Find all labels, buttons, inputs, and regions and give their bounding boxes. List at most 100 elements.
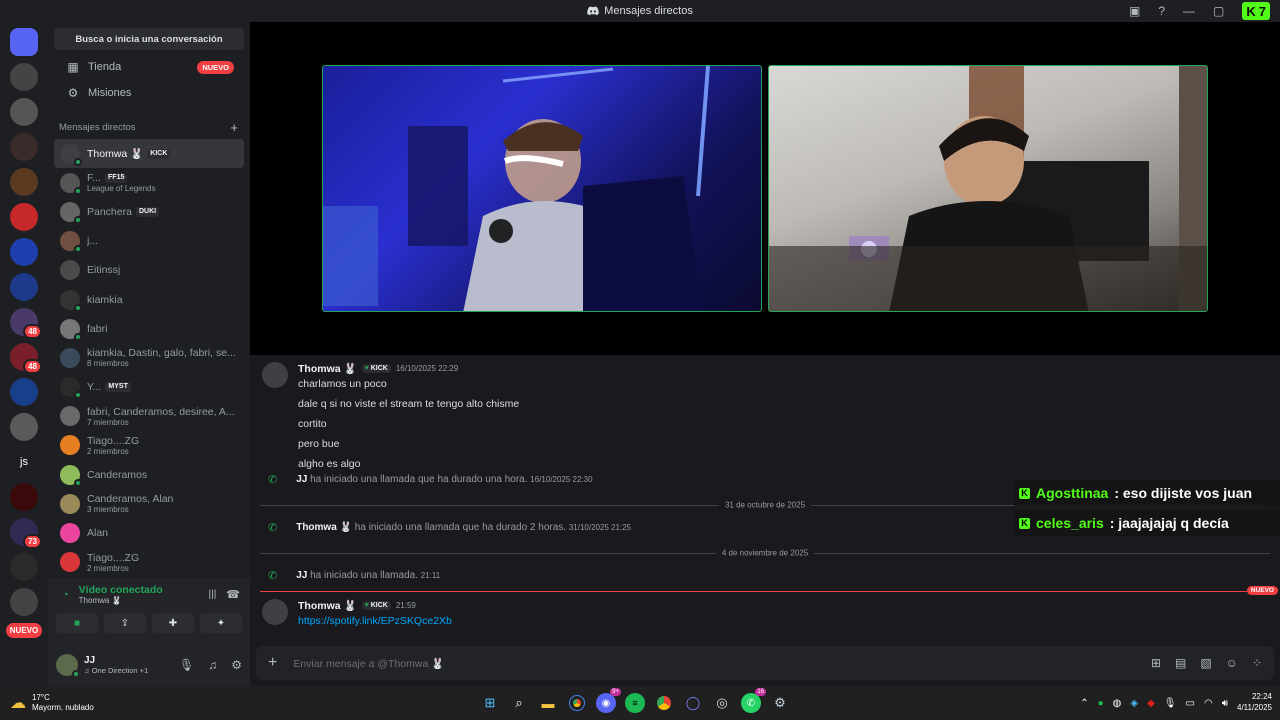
dm-name-row: Y... MYST bbox=[87, 381, 131, 393]
server-icon[interactable]: 48 bbox=[10, 307, 42, 339]
server-icon[interactable] bbox=[10, 237, 38, 266]
nav-item-quests[interactable]: ⚙ Misiones bbox=[54, 80, 244, 106]
dm-name-row: Tiago....ZG bbox=[87, 552, 139, 564]
gif-icon[interactable]: ▤ bbox=[1175, 656, 1186, 670]
network-tray-icon[interactable]: ◈ bbox=[1130, 698, 1138, 709]
server-icon[interactable] bbox=[10, 482, 38, 511]
wifi-icon[interactable]: ◠ bbox=[1204, 698, 1213, 709]
server-icon[interactable]: 48 bbox=[10, 342, 42, 374]
message-author[interactable]: Thomwa 🐰 bbox=[298, 599, 357, 612]
voice-status[interactable]: Vídeo conectado bbox=[79, 584, 163, 596]
server-icon[interactable] bbox=[10, 552, 38, 581]
microphone-icon[interactable]: 🎙︎ bbox=[179, 658, 194, 672]
file-explorer-icon[interactable]: ▬ bbox=[538, 693, 558, 713]
message-input[interactable]: Enviar mensaje a @Thomwa 🐰 bbox=[293, 657, 444, 670]
dm-item[interactable]: Y... MYST bbox=[54, 373, 244, 402]
server-icon[interactable]: 73 bbox=[10, 517, 42, 549]
clock[interactable]: 22:24 4/11/2025 bbox=[1237, 692, 1272, 714]
video-tile-left[interactable] bbox=[322, 65, 762, 312]
app-tray-icon[interactable]: ◆ bbox=[1147, 698, 1155, 709]
server-icon[interactable] bbox=[10, 272, 38, 301]
dm-item[interactable]: Canderamos bbox=[54, 460, 244, 489]
headphones-icon[interactable]: ♫ bbox=[208, 658, 217, 672]
search-icon[interactable]: ⌕ bbox=[509, 693, 529, 713]
server-icon[interactable] bbox=[10, 202, 38, 231]
new-badge[interactable]: NUEVO bbox=[5, 623, 43, 638]
avatar[interactable] bbox=[262, 362, 288, 388]
dm-item[interactable]: Eitinssj bbox=[54, 256, 244, 285]
microphone-tray-icon[interactable]: 🎙︎ bbox=[1164, 698, 1177, 709]
camera-button[interactable]: ■ bbox=[56, 613, 98, 633]
dm-item[interactable]: Thomwa 🐰 KICK bbox=[54, 139, 244, 169]
server-icon[interactable] bbox=[10, 97, 38, 126]
inbox-icon[interactable]: ▣ bbox=[1129, 4, 1140, 18]
spotify-tray-icon[interactable]: ● bbox=[1098, 698, 1104, 709]
server-icon[interactable] bbox=[10, 377, 38, 406]
soundboard-button[interactable]: ✦ bbox=[200, 613, 242, 633]
voice-channel: Thomwa 🐰 bbox=[78, 596, 122, 605]
apps-icon[interactable]: ⁘ bbox=[1252, 656, 1262, 670]
maximize-button[interactable]: ▢ bbox=[1213, 4, 1224, 18]
call-author[interactable]: Thomwa 🐰 bbox=[296, 522, 352, 533]
call-author[interactable]: JJ bbox=[296, 474, 307, 485]
spotify-icon[interactable]: ≡ bbox=[625, 693, 645, 713]
create-dm-icon[interactable]: + bbox=[230, 120, 238, 135]
avatar[interactable] bbox=[56, 654, 80, 678]
help-icon[interactable]: ? bbox=[1158, 4, 1165, 18]
server-icon[interactable] bbox=[10, 412, 38, 441]
taskbar-apps: ⊞ ⌕ ▬ ◉ 9+ ≡ ◯ ◎ ✆ 16 ⚙ bbox=[480, 686, 790, 720]
chevron-up-icon[interactable]: ⌃ bbox=[1080, 698, 1088, 709]
gift-icon[interactable]: ⊞ bbox=[1151, 656, 1161, 670]
discord-icon[interactable]: ◉ 9+ bbox=[596, 688, 621, 713]
nav-item-shop[interactable]: ▦ Tienda NUEVO bbox=[54, 54, 244, 80]
cortana-icon[interactable]: ◯ bbox=[683, 693, 703, 713]
minimize-button[interactable]: — bbox=[1183, 4, 1195, 18]
home-button[interactable] bbox=[10, 27, 38, 56]
dm-item[interactable]: F... FF15 League of Legends bbox=[54, 168, 244, 197]
steam-icon[interactable]: ⚙ bbox=[770, 693, 790, 713]
noise-suppression-icon[interactable]: ||| bbox=[209, 589, 217, 600]
server-icon[interactable] bbox=[10, 167, 38, 196]
dm-item[interactable]: Tiago....ZG 2 miembros bbox=[54, 548, 244, 577]
settings-icon[interactable]: ⚙ bbox=[231, 658, 242, 672]
server-icon[interactable] bbox=[10, 132, 38, 161]
dm-item[interactable]: fabri, Canderamos, desiree, A... 7 miembr… bbox=[54, 402, 244, 431]
dm-item[interactable]: Canderamos, Alan 3 miembros bbox=[54, 489, 244, 518]
dm-header-label: Mensajes directos bbox=[59, 122, 136, 133]
dm-item[interactable]: kiamkia bbox=[54, 285, 244, 314]
volume-icon[interactable]: 🔊︎ bbox=[1222, 698, 1228, 709]
message-composer: + Enviar mensaje a @Thomwa 🐰 ⊞ ▤ ▧ ☺ ⁘ bbox=[256, 646, 1274, 680]
search-conversation-button[interactable]: Busca o inicia una conversación bbox=[54, 28, 244, 50]
chrome-profile-icon[interactable] bbox=[654, 693, 674, 713]
dm-item[interactable]: Tiago....ZG 2 miembros bbox=[54, 431, 244, 460]
call-author[interactable]: JJ bbox=[296, 570, 307, 581]
server-icon[interactable] bbox=[10, 587, 38, 616]
add-attachment-icon[interactable]: + bbox=[268, 654, 277, 672]
message-link[interactable]: https://spotify.link/EPzSKQce2Xb bbox=[298, 615, 452, 627]
dm-item[interactable]: j... bbox=[54, 227, 244, 256]
new-messages-divider: NUEVO bbox=[260, 586, 1278, 595]
dm-name-row: Alan bbox=[87, 527, 108, 539]
weather-widget[interactable]: ☁ 17°C Mayorm. nublado bbox=[0, 693, 94, 714]
dm-item[interactable]: Alan bbox=[54, 518, 244, 547]
display-icon[interactable]: ▭ bbox=[1186, 698, 1195, 709]
video-tile-right[interactable] bbox=[768, 65, 1208, 312]
chrome-icon[interactable] bbox=[567, 693, 587, 713]
sticker-icon[interactable]: ▧ bbox=[1200, 656, 1211, 670]
avatar[interactable] bbox=[262, 599, 288, 625]
server-icon[interactable] bbox=[10, 62, 38, 91]
message-author[interactable]: Thomwa 🐰 bbox=[298, 362, 357, 375]
screen-share-button[interactable]: ⇪ bbox=[104, 613, 146, 633]
server-icon[interactable]: js bbox=[10, 447, 38, 476]
start-icon[interactable]: ⊞ bbox=[480, 693, 500, 713]
dm-item[interactable]: fabri bbox=[54, 314, 244, 343]
activities-button[interactable]: ✚ bbox=[152, 613, 194, 633]
steam-tray-icon[interactable]: ◍ bbox=[1113, 698, 1122, 709]
dm-item[interactable]: Panchera DUKI bbox=[54, 197, 244, 226]
dm-item[interactable]: kiamkia, Dastin, galo, fabri, se... 8 mie… bbox=[54, 343, 244, 372]
avatar bbox=[60, 143, 82, 166]
gamebar-icon[interactable]: ◎ bbox=[712, 693, 732, 713]
disconnect-icon[interactable]: ☎ bbox=[226, 588, 240, 601]
emoji-icon[interactable]: ☺ bbox=[1226, 656, 1238, 670]
whatsapp-icon[interactable]: ✆ 16 bbox=[741, 688, 766, 713]
